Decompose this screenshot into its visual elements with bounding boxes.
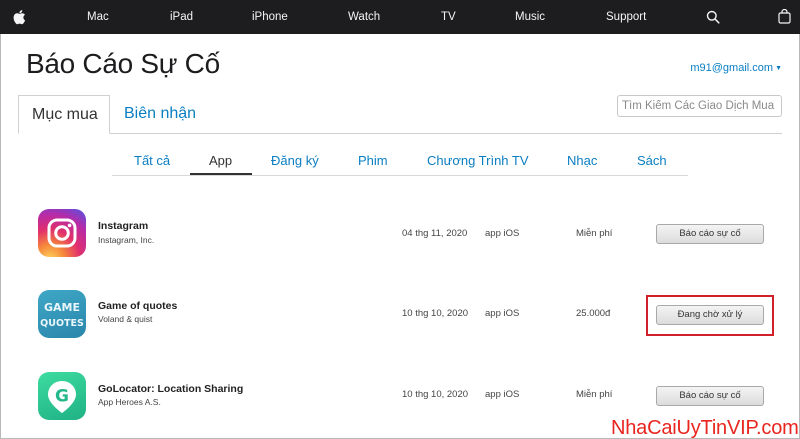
nav-item-ipad[interactable]: iPad bbox=[170, 0, 193, 34]
app-name[interactable]: Instagram bbox=[98, 220, 148, 232]
apple-logo-icon[interactable] bbox=[12, 0, 26, 34]
app-developer: Voland & quist bbox=[98, 314, 153, 324]
purchase-type: app iOS bbox=[485, 308, 520, 319]
purchase-type: app iOS bbox=[485, 228, 520, 239]
tab-music[interactable]: Nhạc bbox=[567, 153, 597, 168]
purchase-price: Miễn phí bbox=[576, 389, 613, 400]
golocator-icon[interactable]: G bbox=[38, 372, 86, 420]
report-problem-button[interactable]: Báo cáo sự cố bbox=[656, 224, 764, 244]
icon-text-quotes: QUOTES bbox=[40, 318, 84, 329]
icon-text-g: G bbox=[55, 387, 69, 407]
tab-tv-shows[interactable]: Chương Trình TV bbox=[427, 153, 529, 168]
tab-books[interactable]: Sách bbox=[637, 153, 667, 168]
tab-receipts[interactable]: Biên nhận bbox=[111, 95, 209, 134]
search-purchases-input[interactable] bbox=[617, 95, 782, 117]
purchase-date: 04 thg 11, 2020 bbox=[402, 228, 468, 239]
purchase-date: 10 thg 10, 2020 bbox=[402, 389, 469, 400]
tab-all[interactable]: Tất cả bbox=[134, 153, 170, 168]
shopping-bag-icon[interactable] bbox=[778, 0, 792, 34]
active-tab-indicator bbox=[190, 173, 252, 175]
purchase-price: 25.000đ bbox=[576, 308, 611, 319]
nav-item-mac[interactable]: Mac bbox=[87, 0, 109, 34]
purchase-date: 10 thg 10, 2020 bbox=[402, 308, 469, 319]
highlight-box bbox=[646, 295, 774, 336]
report-problem-button[interactable]: Báo cáo sự cố bbox=[656, 386, 764, 406]
tab-movies[interactable]: Phim bbox=[358, 153, 388, 168]
app-name[interactable]: Game of quotes bbox=[98, 300, 177, 312]
category-tabs: Tất cả App Đăng ký Phim Chương Trình TV … bbox=[112, 150, 688, 176]
app-developer: Instagram, Inc. bbox=[98, 235, 155, 245]
purchase-price: Miễn phí bbox=[576, 228, 613, 239]
purchase-row: Instagram Instagram, Inc. 04 thg 11, 202… bbox=[0, 200, 800, 270]
global-nav: Mac iPad iPhone Watch TV Music Support bbox=[0, 0, 800, 34]
nav-item-tv[interactable]: TV bbox=[441, 0, 456, 34]
page-title: Báo Cáo Sự Cố bbox=[26, 48, 220, 79]
nav-item-support[interactable]: Support bbox=[606, 0, 646, 34]
tab-app[interactable]: App bbox=[209, 153, 232, 168]
tab-purchases[interactable]: Mục mua bbox=[18, 95, 110, 134]
app-name[interactable]: GoLocator: Location Sharing bbox=[98, 383, 243, 395]
app-developer: App Heroes A.S. bbox=[98, 397, 161, 407]
nav-item-watch[interactable]: Watch bbox=[348, 0, 380, 34]
tab-divider bbox=[110, 133, 782, 134]
account-menu[interactable]: m91@gmail.com ▼ bbox=[690, 62, 782, 74]
search-icon[interactable] bbox=[706, 0, 722, 34]
chevron-down-icon: ▼ bbox=[775, 65, 782, 72]
purchase-type: app iOS bbox=[485, 389, 520, 400]
game-of-quotes-icon[interactable]: GAME QUOTES bbox=[38, 290, 86, 338]
nav-item-iphone[interactable]: iPhone bbox=[252, 0, 288, 34]
tab-subscriptions[interactable]: Đăng ký bbox=[271, 153, 319, 168]
watermark-text: NhaCaiUyTinVIP.com bbox=[611, 417, 799, 439]
instagram-icon[interactable] bbox=[38, 209, 86, 257]
nav-item-music[interactable]: Music bbox=[515, 0, 545, 34]
account-email: m91@gmail.com bbox=[690, 62, 774, 74]
icon-text-game: GAME bbox=[44, 301, 80, 314]
